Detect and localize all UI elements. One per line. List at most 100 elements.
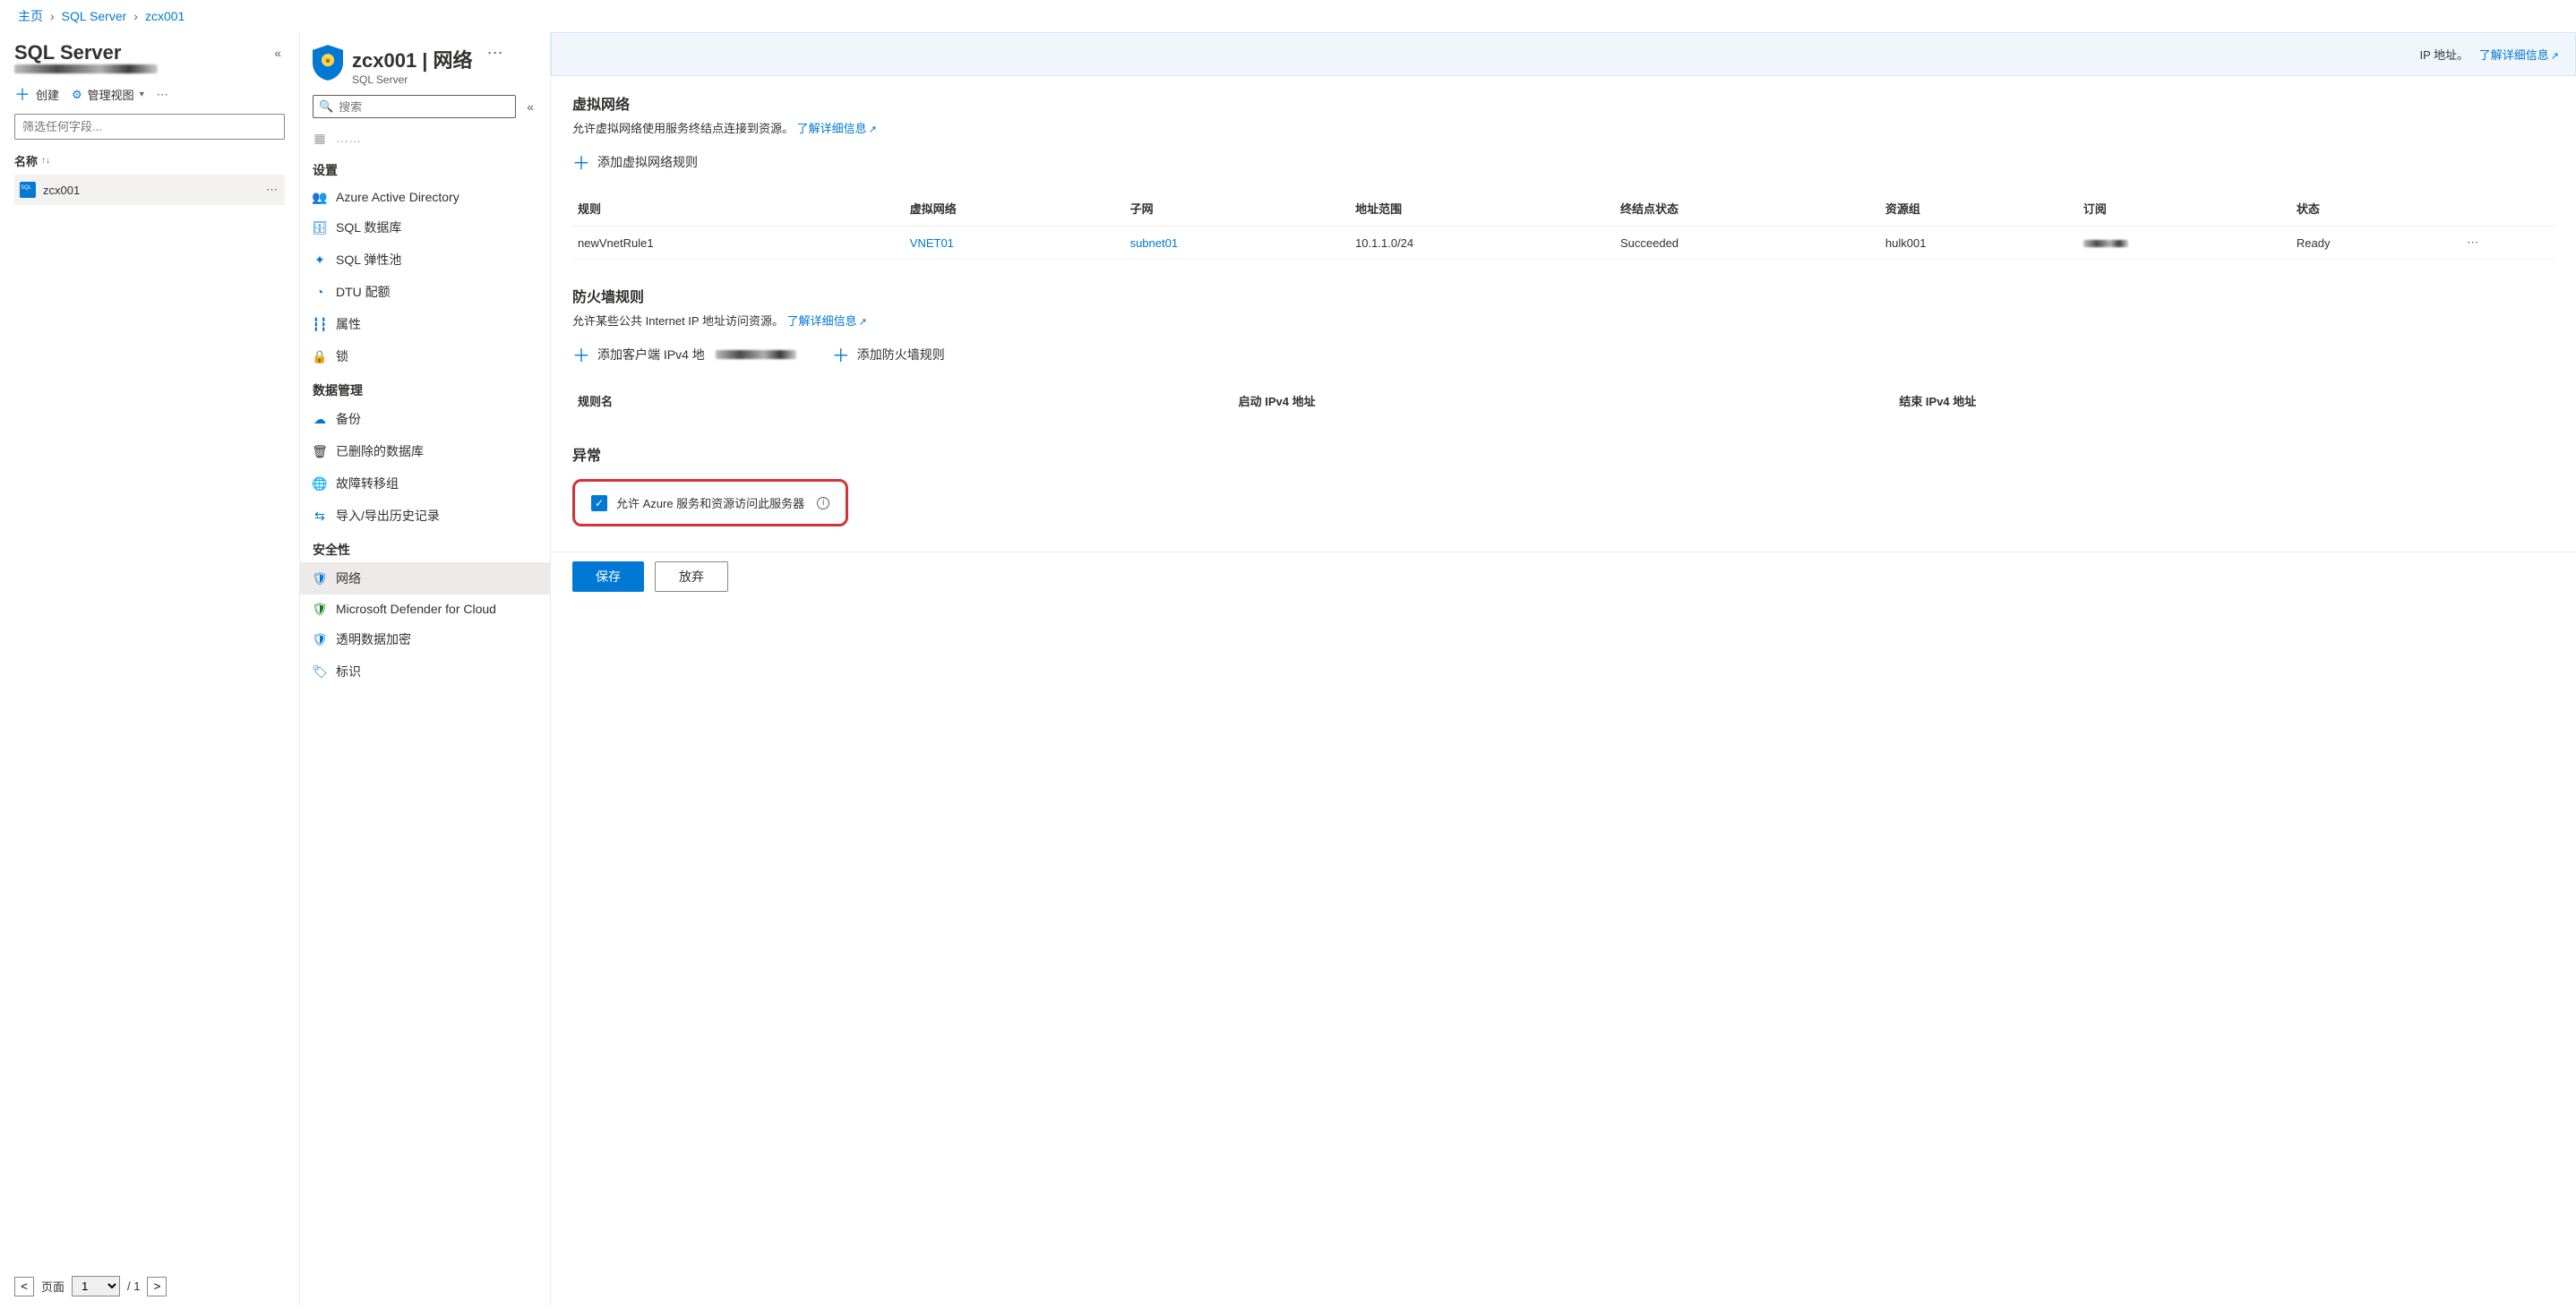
resource-item[interactable]: zcx001 ⋯ xyxy=(14,175,285,205)
plus-icon: ＋ xyxy=(572,149,590,175)
create-button[interactable]: ＋ 创建 xyxy=(14,86,59,103)
properties-icon: ┇┇ xyxy=(313,317,327,331)
nav-item-tde[interactable]: 🛡透明数据加密 xyxy=(300,623,550,655)
nav-item-deleted-db[interactable]: 🗑已删除的数据库 xyxy=(300,435,550,467)
manage-view-button[interactable]: ⚙ 管理视图 ▾ xyxy=(72,86,144,103)
nav-item-lock[interactable]: 🔒锁 xyxy=(300,340,550,372)
aad-icon: 👥 xyxy=(313,190,327,204)
gauge-icon: ◔ xyxy=(313,285,327,299)
resource-list-title: SQL Server xyxy=(14,41,121,64)
section-firewall: 防火墙规则 允许某些公共 Internet IP 地址访问资源。 了解详细信息↗… xyxy=(551,285,2576,443)
cell-rule: newVnetRule1 xyxy=(572,227,905,260)
trash-icon: 🗑 xyxy=(313,444,327,458)
nav-group-settings: 设置 xyxy=(300,152,550,183)
encryption-icon: 🛡 xyxy=(313,632,327,646)
col-range[interactable]: 地址范围 xyxy=(1350,191,1615,227)
cell-rg: hulk001 xyxy=(1880,227,2078,260)
add-vnet-rule[interactable]: ＋ 添加虚拟网络规则 xyxy=(572,149,698,175)
firewall-table: 规则名 启动 IPv4 地址 结束 IPv4 地址 xyxy=(572,383,2555,418)
manage-view-label: 管理视图 xyxy=(88,86,134,103)
section-exceptions: 异常 ✓ 允许 Azure 服务和资源访问此服务器 i xyxy=(551,443,2576,552)
breadcrumb-home[interactable]: 主页 xyxy=(18,7,43,25)
collapse-nav-icon[interactable]: « xyxy=(523,96,537,117)
more-commands-button[interactable]: ⋯ xyxy=(157,88,170,102)
row-more-button[interactable]: ⋯ xyxy=(2467,235,2480,249)
sql-server-icon xyxy=(20,182,36,198)
breadcrumb-sep: › xyxy=(133,9,138,23)
col-endpoint[interactable]: 终结点状态 xyxy=(1615,191,1880,227)
external-link-icon: ↗ xyxy=(2551,51,2559,62)
external-link-icon: ↗ xyxy=(869,124,877,135)
add-firewall-rule[interactable]: ＋ 添加防火墙规则 xyxy=(832,341,945,367)
info-strip-link[interactable]: 了解详细信息↗ xyxy=(2479,46,2559,63)
col-state[interactable]: 状态 xyxy=(2291,191,2461,227)
nav-item-aad[interactable]: 👥Azure Active Directory xyxy=(300,183,550,211)
sort-arrow-icon: ↑↓ xyxy=(41,156,50,166)
footer-bar: 保存 放弃 xyxy=(551,552,2576,601)
save-button[interactable]: 保存 xyxy=(572,561,644,592)
col-rule[interactable]: 规则 xyxy=(572,191,905,227)
failover-icon: 🌐 xyxy=(313,476,327,491)
nav-item-backup[interactable]: ☁备份 xyxy=(300,403,550,435)
breadcrumb-sqlserver[interactable]: SQL Server xyxy=(62,9,127,23)
nav-search[interactable]: 🔍 xyxy=(313,95,516,118)
col-vnet[interactable]: 虚拟网络 xyxy=(905,191,1125,227)
col-fw-name[interactable]: 规则名 xyxy=(572,383,1233,418)
nav-item-dtu[interactable]: ◔DTU 配额 xyxy=(300,276,550,308)
collapse-list-icon[interactable]: « xyxy=(270,42,285,64)
cell-vnet-link[interactable]: VNET01 xyxy=(910,236,954,250)
nav-item-elastic[interactable]: ✦SQL 弹性池 xyxy=(300,244,550,276)
nav-item-sql-db[interactable]: 🗄SQL 数据库 xyxy=(300,211,550,244)
vnet-title: 虚拟网络 xyxy=(572,92,2555,114)
history-icon: ⇆ xyxy=(313,509,327,523)
create-label: 创建 xyxy=(36,86,59,103)
tag-icon: 🏷 xyxy=(313,664,327,679)
breadcrumb-resource[interactable]: zcx001 xyxy=(145,9,185,23)
pager: < 页面 1 / 1 > xyxy=(14,1267,285,1296)
title-more-button[interactable]: ⋯ xyxy=(482,45,511,61)
info-icon[interactable]: i xyxy=(817,497,829,509)
external-link-icon: ↗ xyxy=(859,317,867,328)
pager-next[interactable]: > xyxy=(147,1277,167,1296)
nav-item-properties[interactable]: ┇┇属性 xyxy=(300,308,550,340)
resource-item-more[interactable]: ⋯ xyxy=(266,183,279,197)
cell-subnet-link[interactable]: subnet01 xyxy=(1130,236,1179,250)
plus-icon: ＋ xyxy=(14,87,30,103)
allow-azure-checkbox[interactable]: ✓ xyxy=(591,495,607,511)
table-row[interactable]: newVnetRule1 VNET01 subnet01 10.1.1.0/24… xyxy=(572,227,2555,260)
pager-prev[interactable]: < xyxy=(14,1277,34,1296)
nav-search-input[interactable] xyxy=(339,100,510,114)
column-header-name[interactable]: 名称 ↑↓ xyxy=(14,152,285,169)
discard-button[interactable]: 放弃 xyxy=(655,561,728,592)
nav-item-tags[interactable]: 🏷标识 xyxy=(300,655,550,688)
col-fw-end[interactable]: 结束 IPv4 地址 xyxy=(1893,383,2555,418)
resource-item-label: zcx001 xyxy=(43,184,80,197)
nav-item-defender[interactable]: 🛡Microsoft Defender for Cloud xyxy=(300,595,550,623)
nav-item-network[interactable]: 🛡网络 xyxy=(300,562,550,595)
filter-input[interactable] xyxy=(14,114,285,140)
nav-item-import-export[interactable]: ⇆导入/导出历史记录 xyxy=(300,500,550,532)
obscured-subtitle xyxy=(14,64,158,73)
network-shield-icon: 🛡 xyxy=(313,571,327,586)
col-rg[interactable]: 资源组 xyxy=(1880,191,2078,227)
add-client-ip[interactable]: ＋ 添加客户端 IPv4 地 xyxy=(572,341,796,367)
col-fw-start[interactable]: 启动 IPv4 地址 xyxy=(1233,383,1894,418)
nav-group-data: 数据管理 xyxy=(300,372,550,403)
col-subscription[interactable]: 订阅 xyxy=(2078,191,2291,227)
vnet-table: 规则 虚拟网络 子网 地址范围 终结点状态 资源组 订阅 状态 newVnetR… xyxy=(572,191,2555,260)
nav-item-failover[interactable]: 🌐故障转移组 xyxy=(300,467,550,500)
lock-icon: 🔒 xyxy=(313,349,327,364)
cell-range: 10.1.1.0/24 xyxy=(1350,227,1615,260)
plus-icon: ＋ xyxy=(572,341,590,367)
gear-icon: ⚙ xyxy=(72,88,82,102)
backup-icon: ☁ xyxy=(313,412,327,426)
vnet-learn-more[interactable]: 了解详细信息↗ xyxy=(797,122,877,135)
fw-learn-more[interactable]: 了解详细信息↗ xyxy=(787,314,867,328)
fw-title: 防火墙规则 xyxy=(572,285,2555,306)
cell-subscription xyxy=(2078,227,2291,260)
pager-select[interactable]: 1 xyxy=(72,1276,120,1296)
page-subtitle: SQL Server xyxy=(352,73,473,86)
nav-item-truncated[interactable]: ▦…… xyxy=(300,124,550,152)
col-subnet[interactable]: 子网 xyxy=(1125,191,1351,227)
info-strip: IP 地址。 了解详细信息↗ xyxy=(551,32,2576,76)
